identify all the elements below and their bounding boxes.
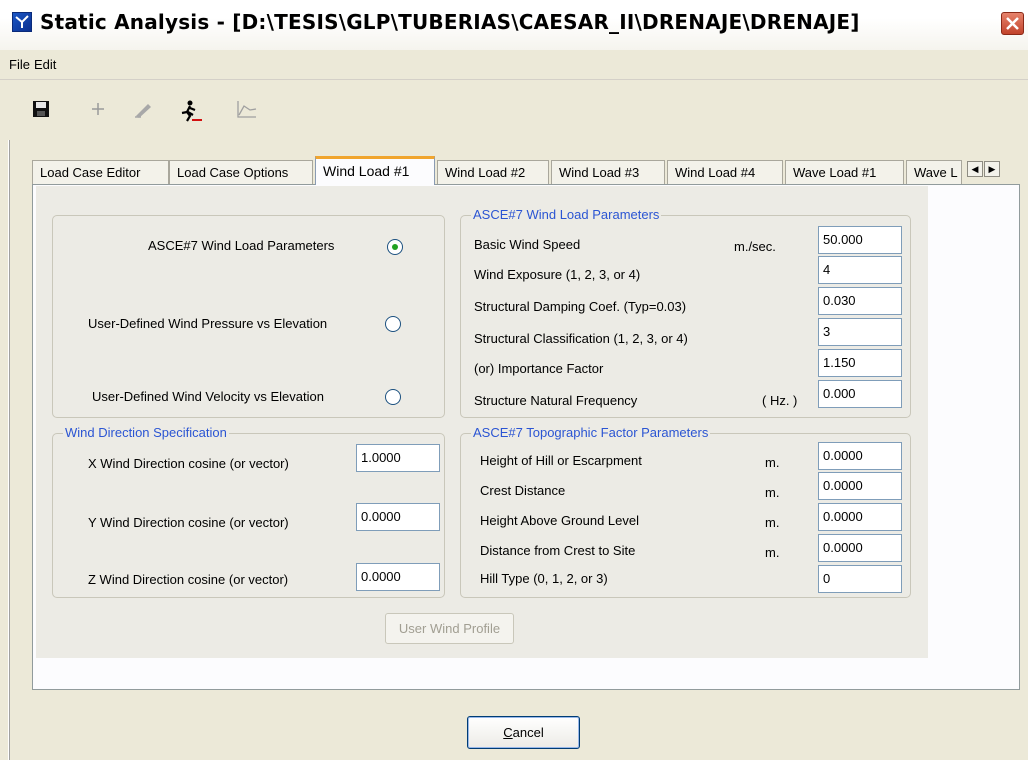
tab-strip: Load Case Editor Load Case Options Wind … [32,156,1022,185]
asce-label-frequency: Structure Natural Frequency [474,393,638,408]
topo-label-distance-crest: Distance from Crest to Site [480,543,636,558]
close-button[interactable] [1001,12,1024,35]
natural-frequency-field[interactable]: 0.000 [818,380,902,408]
asce-label-exposure: Wind Exposure (1, 2, 3, or 4) [474,267,641,282]
edit-icon[interactable] [133,99,157,123]
cancel-button[interactable]: Cancel [467,716,580,749]
classification-field[interactable]: 3 [818,318,902,346]
radio-velocity[interactable] [385,389,401,405]
crest-distance-field[interactable]: 0.0000 [818,472,902,500]
topo-label-hill-height: Height of Hill or Escarpment [480,453,642,468]
topo-unit-hill-height: m. [765,455,780,470]
tab-wind-load-2[interactable]: Wind Load #2 [437,160,549,185]
tab-load-case-editor[interactable]: Load Case Editor [32,160,169,185]
direction-label-z: Z Wind Direction cosine (or vector) [88,572,289,587]
asce-label-classification: Structural Classification (1, 2, 3, or 4… [474,331,688,346]
hill-type-field[interactable]: 0 [818,565,902,593]
cancel-mnemonic: C [503,725,513,740]
user-wind-profile-button[interactable]: User Wind Profile [385,613,514,644]
direction-label-x: X Wind Direction cosine (or vector) [88,456,289,471]
hill-height-field[interactable]: 0.0000 [818,442,902,470]
wind-exposure-field[interactable]: 4 [818,256,902,284]
menu-bar: File Edit [0,50,1028,80]
tab-wind-load-3[interactable]: Wind Load #3 [551,160,665,185]
radio-pressure[interactable] [385,316,401,332]
wind-speed-field[interactable]: 50.000 [818,226,902,254]
importance-factor-field[interactable]: 1.150 [818,349,902,377]
tab-wave-load-1[interactable]: Wave Load #1 [785,160,904,185]
direction-z-field[interactable]: 0.0000 [356,563,440,591]
height-ground-field[interactable]: 0.0000 [818,503,902,531]
window-title: Static Analysis - [D:\TESIS\GLP\TUBERIAS… [40,10,860,34]
asce-label-importance: (or) Importance Factor [474,361,604,376]
asce-unit-wind-speed: m./sec. [734,239,776,254]
tab-wind-load-4[interactable]: Wind Load #4 [667,160,783,185]
title-bar: Static Analysis - [D:\TESIS\GLP\TUBERIAS… [0,0,1028,50]
app-icon [12,12,32,32]
damping-coef-field[interactable]: 0.030 [818,287,902,315]
add-icon[interactable] [88,99,112,123]
asce-unit-frequency: ( Hz. ) [762,393,798,408]
asce-label-damping: Structural Damping Coef. (Typ=0.03) [474,299,687,314]
chart-icon[interactable] [236,99,260,123]
direction-x-field[interactable]: 1.0000 [356,444,440,472]
tab-wind-load-1[interactable]: Wind Load #1 [315,156,435,185]
radio-label-velocity: User-Defined Wind Velocity vs Elevation [92,389,324,404]
tab-scroll-right-icon[interactable]: ▶ [984,161,1000,177]
topo-label-height-ground: Height Above Ground Level [480,513,639,528]
radio-label-pressure: User-Defined Wind Pressure vs Elevation [88,316,328,331]
run-icon[interactable] [178,99,202,123]
cancel-label: ancel [512,725,544,740]
close-icon [1006,17,1019,30]
direction-label-y: Y Wind Direction cosine (or vector) [88,515,289,530]
radio-asce[interactable] [387,239,403,255]
tab-wave-load-truncated[interactable]: Wave L [906,160,962,185]
group-title-asce: ASCE#7 Wind Load Parameters [471,207,662,223]
radio-label-asce: ASCE#7 Wind Load Parameters [148,238,335,253]
menu-edit[interactable]: Edit [34,57,56,72]
toolbar [0,80,1028,140]
topo-label-hill-type: Hill Type (0, 1, 2, or 3) [480,571,608,586]
direction-y-field[interactable]: 0.0000 [356,503,440,531]
asce-label-wind-speed: Basic Wind Speed [474,237,581,252]
group-title-topographic: ASCE#7 Topographic Factor Parameters [471,425,711,441]
menu-file[interactable]: File [9,57,30,72]
tab-scroll-left-icon[interactable]: ◀ [967,161,983,177]
topo-unit-crest-distance: m. [765,485,780,500]
tab-load-case-options[interactable]: Load Case Options [169,160,313,185]
distance-crest-field[interactable]: 0.0000 [818,534,902,562]
save-icon[interactable] [31,99,55,123]
window-frame [8,140,10,760]
topo-unit-height-ground: m. [765,515,780,530]
topo-unit-distance-crest: m. [765,545,780,560]
group-title-wind-direction: Wind Direction Specification [63,425,229,441]
topo-label-crest-distance: Crest Distance [480,483,566,498]
